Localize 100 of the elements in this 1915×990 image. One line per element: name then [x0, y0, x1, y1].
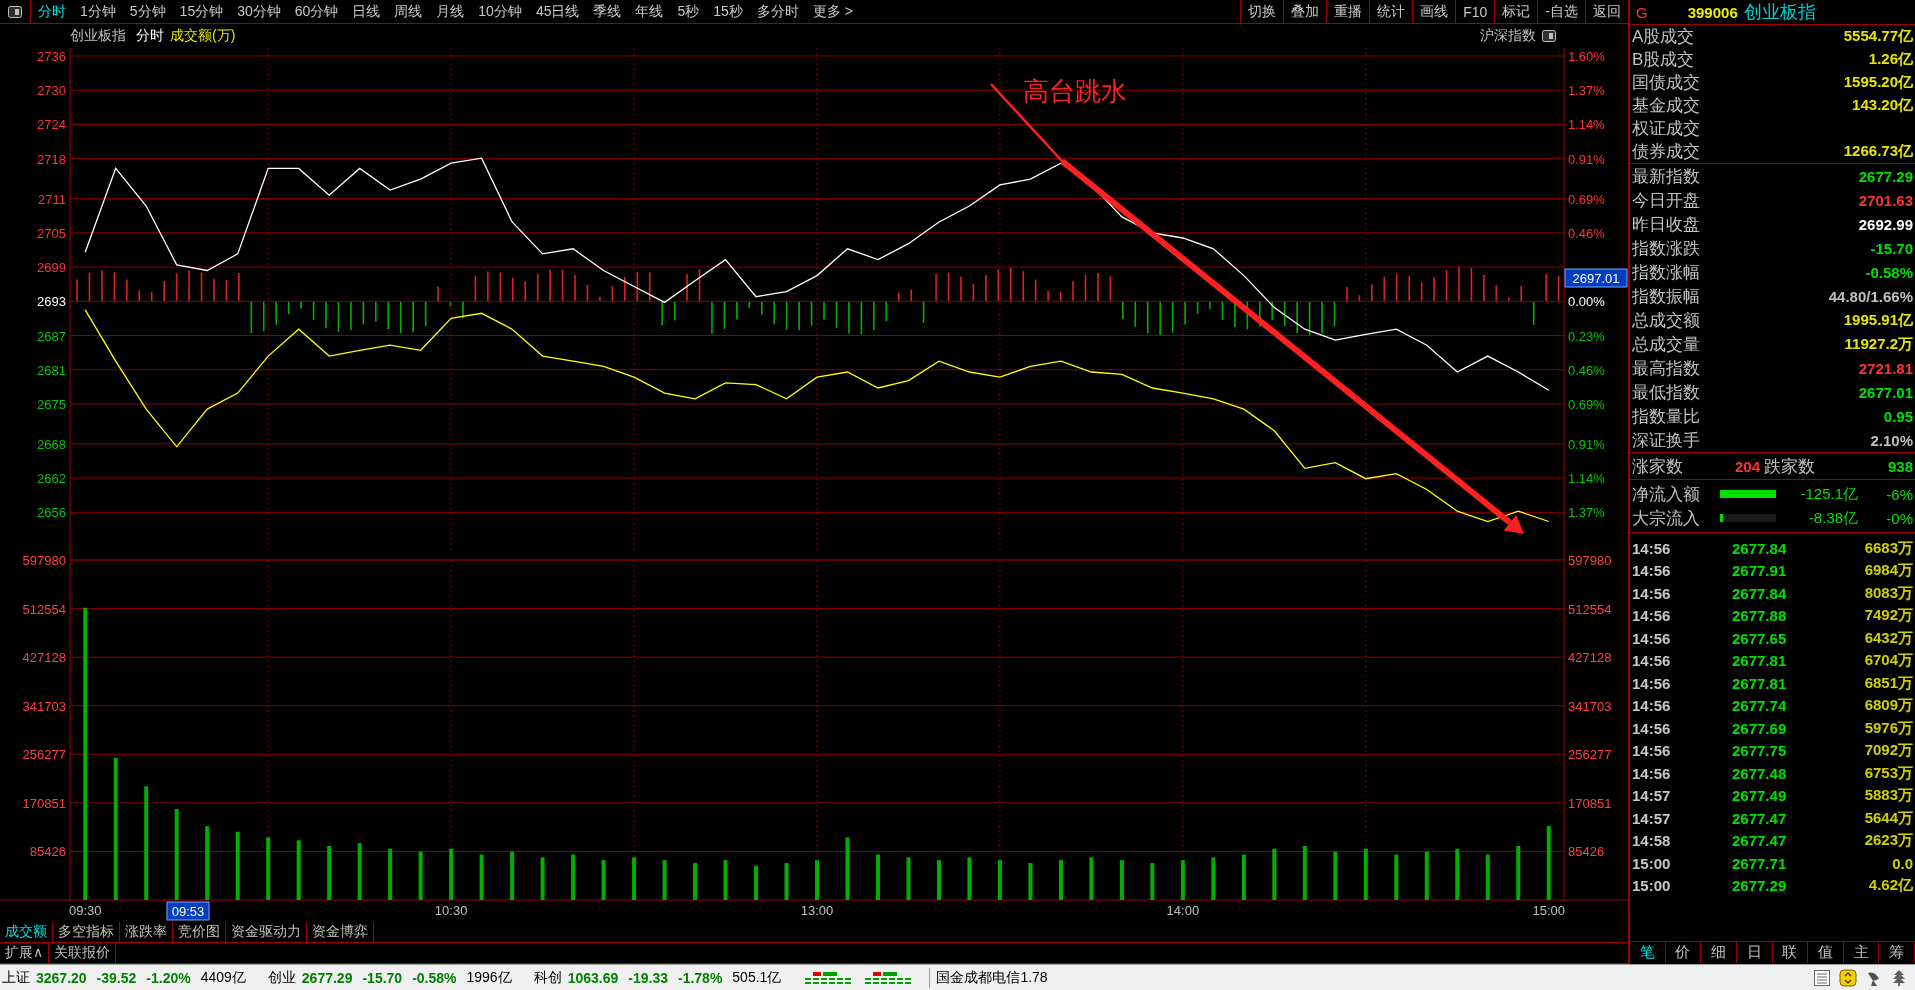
indicator-tab[interactable]: 资金驱动力 [226, 922, 307, 942]
toolbar-button[interactable]: 切换 [1240, 0, 1284, 23]
period-tab[interactable]: 更多 > [805, 0, 860, 23]
panel-tab[interactable]: 筹 [1879, 942, 1915, 963]
tick-time: 14:58 [1632, 832, 1672, 850]
tick-price: 2677.71 [1732, 854, 1788, 872]
axis-label: 597980 [22, 553, 66, 568]
volume-bar [936, 860, 941, 900]
field-label: 债券成交 [1632, 141, 1700, 163]
tick-price: 2677.48 [1732, 764, 1788, 782]
volume-bar [1089, 857, 1094, 900]
period-tab[interactable]: 分时 [31, 0, 73, 23]
period-tab[interactable]: 45日线 [528, 0, 587, 23]
list-icon [1813, 968, 1831, 987]
field-label: 总成交额 [1632, 309, 1700, 332]
period-tab[interactable]: 60分钟 [287, 0, 346, 23]
tick-time: 14:56 [1632, 652, 1672, 670]
axis-label: 85426 [1568, 844, 1605, 860]
panel-tab[interactable]: 值 [1808, 942, 1844, 963]
volume-bar [1180, 860, 1185, 900]
panel-tab[interactable]: 日 [1736, 942, 1773, 963]
panel-icon [8, 5, 22, 18]
toolbar-button[interactable]: 返回 [1585, 0, 1628, 23]
tick-volume: 8083万 [1864, 583, 1913, 603]
percent-label: 0.23% [1568, 328, 1605, 344]
toolbar-button[interactable]: 关联报价 [49, 943, 117, 963]
axis-label: 256277 [1568, 747, 1612, 763]
index-price: 3267.20 [36, 969, 87, 986]
period-tab[interactable]: 年线 [628, 0, 671, 23]
overlay-label[interactable]: 沪深指数 [1480, 27, 1536, 45]
toolbar-button[interactable]: 叠加 [1283, 0, 1327, 23]
toolbar-button[interactable]: -自选 [1537, 0, 1585, 23]
period-tab[interactable]: 10分钟 [471, 0, 529, 23]
axis-label: 2730 [37, 83, 66, 99]
field-value: 2677.29 [1858, 167, 1913, 185]
period-tab[interactable]: 15分钟 [172, 0, 231, 23]
period-tab[interactable]: 5分钟 [122, 0, 173, 23]
toolbar-button[interactable]: 画线 [1412, 0, 1456, 23]
panel-tab[interactable]: 笔 [1630, 942, 1666, 963]
volume-bar [662, 860, 667, 900]
axis-label: 427128 [1568, 650, 1612, 666]
field-label: 权证成交 [1632, 118, 1700, 140]
indicator-tab[interactable]: 涨跌率 [120, 922, 173, 942]
axis-label: 2724 [37, 117, 66, 133]
period-tab[interactable]: 日线 [345, 0, 388, 23]
panel-tab[interactable]: 价 [1665, 942, 1702, 963]
panel-tab[interactable]: 联 [1772, 942, 1809, 963]
toolbar-button[interactable]: F10 [1455, 0, 1495, 23]
period-tab[interactable]: 5秒 [670, 0, 707, 23]
tick-time: 15:00 [1632, 877, 1672, 895]
tick-price: 2677.81 [1732, 674, 1788, 692]
volume-bar [540, 857, 545, 900]
indicator-tab[interactable]: 资金博弈 [307, 922, 374, 942]
tick-price: 2677.74 [1732, 697, 1788, 715]
period-tab[interactable]: 周线 [387, 0, 430, 23]
tick-price: 2677.47 [1732, 832, 1788, 850]
period-tab[interactable]: 多分时 [749, 0, 806, 23]
period-tab[interactable]: 1分钟 [73, 0, 123, 23]
cursor-time-label: 09:53 [166, 901, 210, 921]
time-label: 14:00 [1166, 903, 1200, 918]
percent-label: 1.14% [1568, 117, 1605, 133]
tick-time: 14:56 [1632, 539, 1672, 557]
field-value: 2721.81 [1858, 359, 1913, 377]
time-label: 15:00 [1532, 903, 1566, 918]
period-tab[interactable]: 月线 [429, 0, 472, 23]
cursor-price-label: 2697.01 [1564, 268, 1628, 288]
toolbar-button[interactable]: 标记 [1494, 0, 1538, 23]
axis-label: 2681 [37, 362, 66, 378]
field-value: 2.10% [1870, 431, 1913, 449]
tick-volume: 6984万 [1864, 561, 1913, 581]
toolbar-button[interactable]: 重播 [1326, 0, 1370, 23]
index-change: -19.33 [628, 969, 668, 986]
percent-label: 0.69% [1568, 396, 1605, 412]
field-value: -8.38亿 [1807, 508, 1858, 528]
volume-bar [296, 840, 301, 900]
volume-bar [327, 846, 332, 900]
panel-tab[interactable]: 细 [1701, 942, 1737, 963]
index-name: 创业 [267, 968, 296, 987]
period-tab[interactable]: 季线 [586, 0, 629, 23]
tick-price: 2677.81 [1732, 652, 1788, 670]
volume-bar [997, 860, 1002, 900]
volume-bar [601, 860, 606, 900]
field-label: 大宗流入 [1632, 507, 1700, 530]
panel-tab[interactable]: 主 [1843, 942, 1880, 963]
indicator-tab[interactable]: 多空指标 [53, 922, 120, 942]
tick-volume: 6683万 [1864, 538, 1913, 558]
toolbar-button[interactable]: 扩展∧ [0, 943, 50, 963]
axis-label: 256277 [22, 747, 66, 763]
period-tab[interactable]: 15秒 [706, 0, 750, 23]
indicator-tab[interactable]: 竞价图 [173, 922, 226, 942]
volume-bar [906, 857, 911, 900]
tick-time: 14:56 [1632, 674, 1672, 692]
field-label: B股成交 [1632, 49, 1695, 71]
volume-bar [754, 865, 758, 900]
tick-time: 14:56 [1632, 607, 1672, 625]
period-tab[interactable]: 30分钟 [230, 0, 288, 23]
toolbar-button[interactable]: 统计 [1369, 0, 1413, 23]
tick-time: 14:56 [1632, 697, 1672, 715]
indicator-tab[interactable]: 成交额 [0, 922, 53, 942]
percent-label: 1.37% [1568, 83, 1605, 99]
